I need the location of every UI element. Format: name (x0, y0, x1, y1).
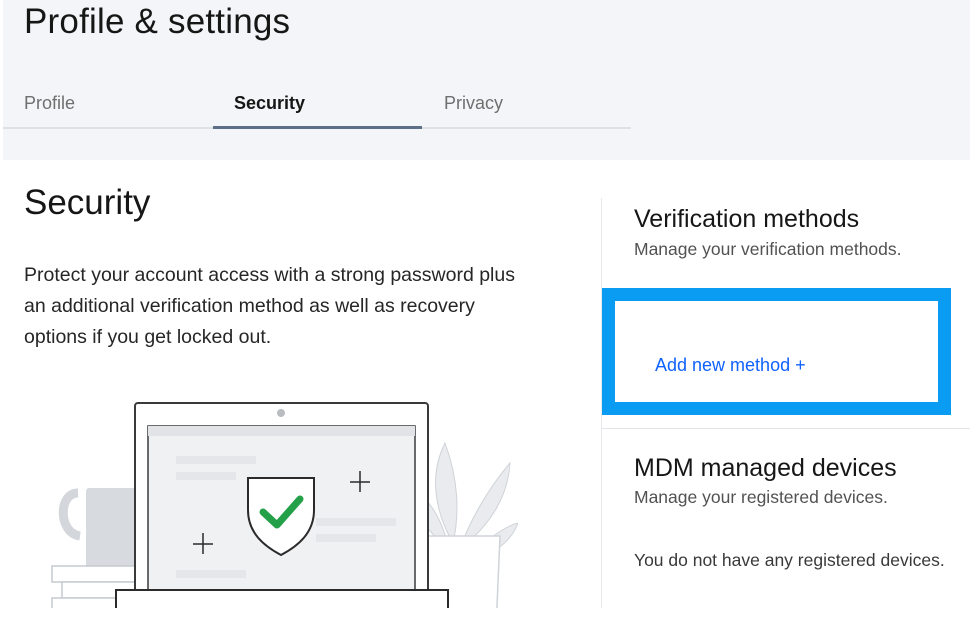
mdm-devices-subtitle: Manage your registered devices. (634, 487, 888, 507)
profile-settings-page: Profile & settings Profile Security Priv… (0, 0, 975, 629)
section-divider (602, 428, 970, 429)
active-tab-indicator (213, 126, 422, 129)
tab-profile[interactable]: Profile (24, 80, 75, 128)
security-description: Protect your account access with a stron… (24, 264, 515, 348)
add-new-method-link[interactable]: Add new method + (655, 355, 806, 376)
tab-bar: Profile Security Privacy (3, 80, 631, 130)
no-devices-message: You do not have any registered devices. (634, 550, 945, 570)
bottom-edge (0, 608, 975, 629)
tab-security[interactable]: Security (234, 80, 305, 128)
security-heading: Security (24, 183, 151, 222)
verification-methods-subtitle: Manage your verification methods. (634, 239, 902, 259)
page-title: Profile & settings (24, 2, 291, 41)
tab-privacy[interactable]: Privacy (444, 80, 503, 128)
mdm-devices-heading: MDM managed devices (634, 454, 897, 482)
verification-methods-heading: Verification methods (634, 205, 860, 233)
add-method-highlight (602, 288, 951, 415)
laptop-shield-illustration (51, 402, 518, 629)
